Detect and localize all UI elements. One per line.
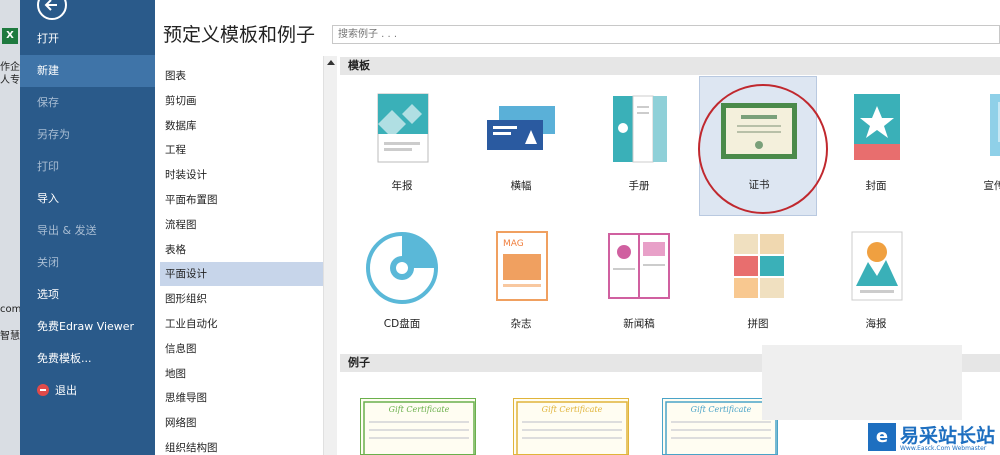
category-item[interactable]: 表格 bbox=[160, 238, 323, 262]
template-thumbnail-icon bbox=[599, 90, 679, 170]
template-thumbnail-icon bbox=[836, 228, 916, 308]
menu-item[interactable]: 新建 bbox=[20, 55, 155, 87]
example-title: Gift Certificate bbox=[541, 405, 603, 414]
menu-item-label: 另存为 bbox=[37, 128, 70, 141]
category-item[interactable]: 平面布置图 bbox=[160, 188, 323, 212]
menu-item[interactable]: 选项 bbox=[20, 279, 155, 311]
template-label: 新闻稿 bbox=[623, 318, 655, 330]
backstage-menu: 打开新建保存另存为打印导入导出 & 发送 关闭选项免费Edraw Viewer 免费… bbox=[20, 0, 155, 455]
template-item[interactable]: 拼图 bbox=[699, 216, 817, 356]
page-title: 预定义模板和例子 bbox=[163, 24, 316, 46]
template-item[interactable]: CD盘面 bbox=[343, 216, 461, 356]
menu-item[interactable]: 导出 & 发送 bbox=[20, 215, 155, 247]
menu-item-label: 导入 bbox=[37, 192, 59, 205]
category-item[interactable]: 图表 bbox=[160, 64, 323, 88]
category-item[interactable]: 平面设计 bbox=[160, 262, 323, 287]
menu-item[interactable]: 打开 bbox=[20, 23, 155, 55]
menu-item[interactable]: 免费Edraw Viewer bbox=[20, 311, 155, 343]
example-item[interactable]: Gift Certificate bbox=[360, 398, 476, 455]
templates-section-header: 模板 bbox=[340, 57, 1000, 75]
template-item[interactable]: 年报 bbox=[343, 78, 461, 218]
example-title: Gift Certificate bbox=[388, 405, 450, 414]
menu-item-label: 免费Edraw Viewer bbox=[37, 320, 135, 333]
template-thumbnail-icon bbox=[599, 228, 679, 308]
template-item[interactable]: 宣传 bbox=[935, 78, 1000, 218]
watermark-text: 易采站长站 bbox=[900, 425, 996, 447]
template-item[interactable]: 横幅 bbox=[462, 78, 580, 218]
menu-item-label: 关闭 bbox=[37, 256, 59, 269]
template-item[interactable]: MAG 杂志 bbox=[462, 216, 580, 356]
category-item[interactable]: 时装设计 bbox=[160, 163, 323, 187]
template-label: 杂志 bbox=[510, 318, 532, 330]
menu-item-label: 保存 bbox=[37, 96, 59, 109]
template-thumbnail-icon bbox=[362, 90, 442, 170]
category-item[interactable]: 工业自动化 bbox=[160, 312, 323, 336]
back-arrow-icon[interactable] bbox=[37, 0, 67, 20]
category-item[interactable]: 思维导图 bbox=[160, 386, 323, 410]
menu-item[interactable]: 免费模板... bbox=[20, 343, 155, 375]
template-label: 手册 bbox=[628, 180, 650, 192]
svg-text:MAG: MAG bbox=[503, 239, 524, 249]
blank-overlay bbox=[762, 345, 962, 420]
desktop-background: X 作企 人专 com 智慧济 bbox=[0, 0, 20, 455]
menu-item-label: 新建 bbox=[37, 64, 59, 77]
scroll-up-icon[interactable] bbox=[327, 60, 335, 65]
menu-item-label: 打印 bbox=[37, 160, 59, 173]
desktop-text: 智慧济 bbox=[0, 331, 20, 342]
menu-item[interactable]: 另存为 bbox=[20, 119, 155, 151]
example-item[interactable]: Gift Certificate bbox=[662, 398, 778, 455]
menu-item[interactable]: 打印 bbox=[20, 151, 155, 183]
template-item[interactable]: 新闻稿 bbox=[580, 216, 698, 356]
category-item[interactable]: 组织结构图 bbox=[160, 436, 323, 455]
template-thumbnail-icon bbox=[836, 90, 916, 170]
template-label: 横幅 bbox=[510, 180, 532, 192]
search-input[interactable] bbox=[332, 25, 1000, 44]
menu-item[interactable]: 关闭 bbox=[20, 247, 155, 279]
template-item[interactable]: 海报 bbox=[817, 216, 935, 356]
example-title: Gift Certificate bbox=[690, 405, 752, 414]
desktop-text: com bbox=[0, 304, 20, 315]
category-item[interactable]: 工程 bbox=[160, 138, 323, 162]
category-item[interactable]: 流程图 bbox=[160, 213, 323, 237]
example-item[interactable]: Gift Certificate bbox=[513, 398, 629, 455]
watermark: e 易采站长站 Www.Easck.Com Webmaster bbox=[866, 420, 1000, 455]
template-label: 封面 bbox=[865, 180, 887, 192]
template-thumbnail-icon: MAG bbox=[481, 228, 561, 308]
watermark-logo-icon: e bbox=[868, 423, 896, 451]
menu-item-label: 选项 bbox=[37, 288, 59, 301]
category-item[interactable]: 地图 bbox=[160, 362, 323, 386]
menu-item[interactable]: 保存 bbox=[20, 87, 155, 119]
menu-item-label: 打开 bbox=[37, 32, 59, 45]
template-label: 证书 bbox=[748, 179, 770, 191]
template-thumbnail-icon bbox=[718, 228, 798, 308]
template-label: CD盘面 bbox=[383, 318, 421, 330]
category-item[interactable]: 数据库 bbox=[160, 114, 323, 138]
category-list: 图表 剪切画 数据库 工程 时装设计 平面布置图 流程图 表格 平面设计 图形组织 工业自动化 信息图… bbox=[160, 56, 323, 455]
template-item[interactable]: 证书 bbox=[699, 76, 817, 216]
menu-item-label: 退出 bbox=[55, 384, 77, 397]
template-label: 海报 bbox=[865, 318, 887, 330]
menu-item[interactable]: 导入 bbox=[20, 183, 155, 215]
excel-icon[interactable]: X bbox=[2, 28, 18, 44]
template-label: 宣传 bbox=[983, 180, 1000, 192]
category-scrollbar[interactable] bbox=[323, 56, 337, 455]
template-item[interactable]: 手册 bbox=[580, 78, 698, 218]
menu-item-label: 免费模板... bbox=[37, 352, 92, 365]
template-thumbnail-icon bbox=[362, 228, 442, 308]
category-item[interactable]: 图形组织 bbox=[160, 287, 323, 311]
watermark-subtext: Www.Easck.Com Webmaster bbox=[900, 445, 987, 452]
exit-icon bbox=[37, 384, 49, 396]
menu-item-label: 导出 & 发送 bbox=[37, 224, 97, 237]
desktop-text: 人专 bbox=[0, 75, 20, 86]
category-item[interactable]: 信息图 bbox=[160, 337, 323, 361]
template-label: 年报 bbox=[391, 180, 413, 192]
template-item[interactable]: 封面 bbox=[817, 78, 935, 218]
template-thumbnail-icon bbox=[481, 90, 561, 170]
template-label: 拼图 bbox=[747, 318, 769, 330]
menu-item[interactable]: 退出 bbox=[20, 375, 155, 407]
category-item[interactable]: 网络图 bbox=[160, 411, 323, 435]
category-item[interactable]: 剪切画 bbox=[160, 89, 323, 113]
template-thumbnail-icon bbox=[954, 90, 1000, 170]
template-thumbnail-icon bbox=[719, 89, 799, 169]
